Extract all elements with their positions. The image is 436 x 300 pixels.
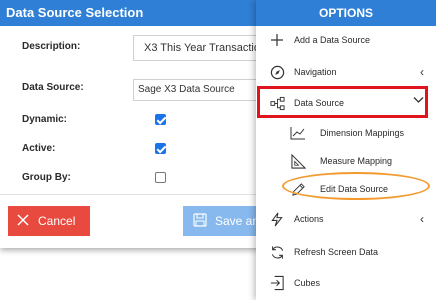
menu-item-label: Actions (294, 214, 324, 224)
close-icon (16, 213, 30, 230)
menu-item-label: Data Source (294, 98, 345, 108)
datasource-label: Data Source: (22, 82, 84, 93)
description-label: Description: (22, 41, 81, 52)
menu-item-label: Cubes (294, 278, 321, 288)
active-label: Active: (22, 143, 56, 154)
arrow-into-box-icon (269, 275, 285, 291)
ruler-triangle-icon (290, 153, 306, 169)
data-source-selection-dialog: Data Source Selection Description: X3 Th… (0, 0, 300, 248)
menu-item-navigation[interactable]: Navigation ‹ (256, 57, 436, 87)
cancel-button[interactable]: Cancel (8, 206, 90, 236)
plus-icon (269, 32, 285, 48)
groupby-label: Group By: (22, 172, 71, 183)
dynamic-checkbox[interactable] (155, 114, 166, 125)
share-nodes-icon (269, 95, 285, 111)
menu-item-label: Navigation (294, 67, 337, 77)
groupby-checkbox[interactable] (155, 172, 166, 183)
menu-item-cubes[interactable]: Cubes (256, 268, 436, 298)
menu-item-refresh-screen-data[interactable]: Refresh Screen Data (256, 237, 436, 267)
refresh-icon (269, 244, 285, 260)
footer-divider (0, 194, 300, 195)
subitem-label: Edit Data Source (320, 184, 389, 194)
chevron-left-icon: ‹ (420, 212, 424, 226)
options-title: OPTIONS (256, 0, 436, 26)
subitem-label: Measure Mapping (320, 156, 393, 166)
pencil-icon (290, 181, 306, 197)
cancel-label: Cancel (38, 214, 76, 228)
active-checkbox[interactable] (155, 143, 166, 154)
menu-item-label: Refresh Screen Data (294, 247, 379, 257)
menu-item-add-data-source[interactable]: Add a Data Source (256, 25, 436, 55)
lightning-icon (269, 211, 285, 227)
chevron-down-icon (413, 95, 424, 107)
subitem-edit-data-source[interactable]: Edit Data Source (256, 175, 436, 203)
menu-item-data-source[interactable]: Data Source (256, 88, 436, 118)
menu-item-label: Add a Data Source (294, 35, 371, 45)
compass-icon (269, 64, 285, 80)
dialog-title: Data Source Selection (0, 0, 300, 26)
save-icon (193, 212, 207, 230)
options-panel: OPTIONS Add a Data Source Navigation ‹ D… (256, 0, 436, 300)
dynamic-label: Dynamic: (22, 114, 68, 125)
chevron-left-icon: ‹ (420, 65, 424, 79)
line-chart-icon (290, 125, 306, 141)
screen: Data Source Selection Description: X3 Th… (0, 0, 436, 300)
menu-item-actions[interactable]: Actions ‹ (256, 204, 436, 234)
subitem-measure-mapping[interactable]: Measure Mapping (256, 147, 436, 175)
subitem-label: Dimension Mappings (320, 128, 405, 138)
subitem-dimension-mappings[interactable]: Dimension Mappings (256, 119, 436, 147)
